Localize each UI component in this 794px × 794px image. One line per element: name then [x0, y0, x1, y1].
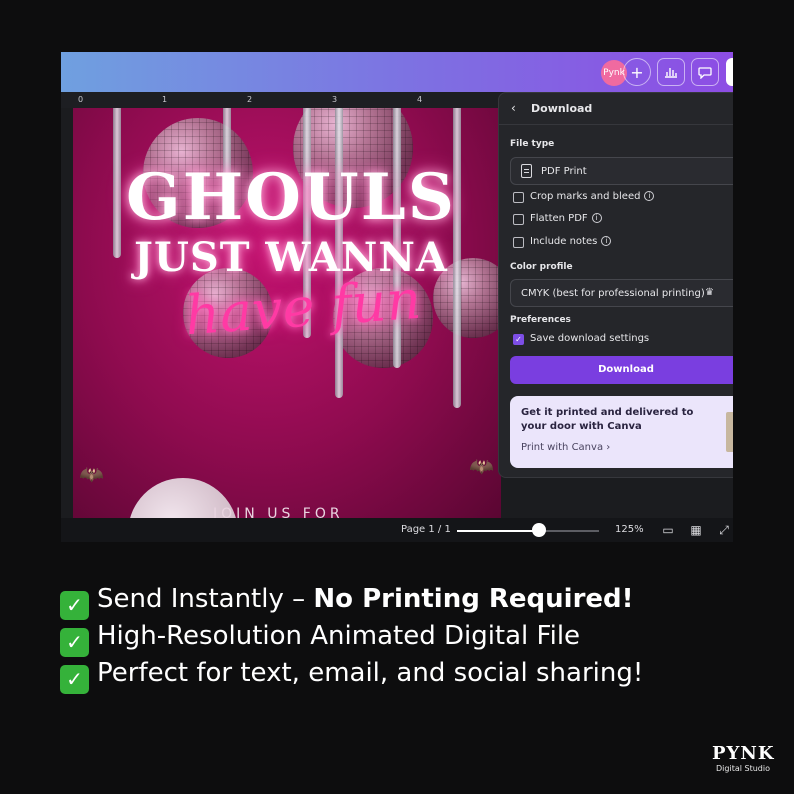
ruler-mark: 0 — [78, 95, 84, 104]
brand-logo: PYNK Digital Studio — [712, 744, 774, 774]
preferences-label: Preferences — [510, 315, 571, 325]
file-type-value: PDF Print — [541, 166, 587, 177]
plus-icon[interactable]: + — [623, 58, 651, 86]
promo-link-text: Print with Canva — [521, 442, 604, 453]
file-type-select[interactable]: PDF Print — [510, 157, 733, 185]
feature-text: Perfect for text, email, and social shar… — [97, 658, 644, 688]
feature-text: High-Resolution Animated Digital File — [97, 621, 581, 651]
design-canvas[interactable]: 🦇 🦇 GHOULS JUST WANNA have fun JOIN US F… — [73, 108, 501, 518]
feature-line: ✓ Perfect for text, email, and social sha… — [60, 658, 643, 694]
notes-icon[interactable]: ▭ — [661, 523, 675, 537]
print-promo-card: Get it printed and delivered to your doo… — [510, 396, 733, 468]
bar-chart-icon[interactable] — [657, 58, 685, 86]
comment-icon[interactable] — [691, 58, 719, 86]
checkbox[interactable] — [513, 214, 524, 225]
file-type-label: File type — [510, 139, 555, 149]
feature-line: ✓ High-Resolution Animated Digital File — [60, 621, 580, 657]
checkbox-checked[interactable]: ✓ — [513, 334, 524, 345]
join-us-text: JOIN US FOR — [213, 506, 344, 518]
feature-text: Send Instantly – — [97, 584, 314, 614]
option-label: Save download settings — [530, 333, 650, 344]
panel-header: ‹ Download — [499, 93, 733, 125]
brand-tagline: Digital Studio — [716, 764, 770, 773]
ruler: 0 1 2 3 4 — [61, 92, 501, 108]
zoom-level[interactable]: 125% — [615, 524, 644, 535]
grid-view-icon[interactable]: ▦ — [689, 523, 703, 537]
check-mark-icon: ✓ — [60, 591, 89, 620]
print-thumbnail — [726, 412, 733, 452]
file-icon — [521, 164, 532, 178]
brand-name: PYNK — [712, 743, 775, 764]
ruler-mark: 1 — [162, 95, 168, 104]
product-image: Pynk + 0 1 2 3 4 🦇 🦇 GHOULS JUST WANNA h… — [0, 0, 794, 794]
promo-title: Get it printed and delivered to your doo… — [521, 407, 694, 432]
editor-bottombar: Page 1 / 1 125% ▭ ▦ ⤢ — [61, 518, 733, 542]
bat-icon: 🦇 — [79, 462, 104, 486]
checkbox[interactable] — [513, 237, 524, 248]
zoom-slider-fill — [457, 530, 540, 532]
option-label: Flatten PDF — [530, 213, 588, 224]
ruler-mark: 3 — [332, 95, 338, 104]
chevron-right-icon: › — [606, 442, 611, 453]
zoom-slider-handle[interactable] — [532, 523, 547, 537]
option-label: Crop marks and bleed — [530, 191, 641, 202]
download-panel: ‹ Download File type PDF Print Crop mark… — [498, 92, 733, 478]
check-mark-icon: ✓ — [60, 628, 89, 657]
page-indicator[interactable]: Page 1 / 1 — [401, 524, 451, 535]
info-icon[interactable]: i — [601, 236, 612, 246]
panel-title: Download — [531, 102, 593, 115]
info-icon[interactable]: i — [644, 191, 655, 201]
color-profile-label: Color profile — [510, 262, 573, 272]
ruler-mark: 2 — [247, 95, 253, 104]
crown-icon: ♛ — [705, 287, 714, 298]
back-icon[interactable]: ‹ — [511, 101, 516, 115]
color-profile-value: CMYK (best for professional printing) — [521, 288, 705, 299]
info-icon[interactable]: i — [591, 213, 602, 223]
color-profile-select[interactable]: CMYK (best for professional printing) ♛ — [510, 279, 733, 307]
editor-topbar: Pynk + — [61, 52, 733, 92]
canva-editor-screenshot: Pynk + 0 1 2 3 4 🦇 🦇 GHOULS JUST WANNA h… — [61, 52, 733, 542]
feature-bold-text: No Printing Required! — [313, 584, 634, 614]
option-label: Include notes — [530, 236, 598, 247]
ruler-mark: 4 — [417, 95, 423, 104]
print-with-canva-link[interactable]: Print with Canva › — [521, 442, 610, 453]
check-mark-icon: ✓ — [60, 665, 89, 694]
headline-ghouls: GHOULS — [126, 160, 456, 235]
zoom-slider[interactable] — [457, 530, 599, 532]
fullscreen-icon[interactable]: ⤢ — [717, 523, 731, 537]
feature-line: ✓ Send Instantly – No Printing Required! — [60, 584, 634, 620]
share-button-edge[interactable] — [726, 58, 733, 86]
download-button[interactable]: Download — [510, 356, 733, 384]
bat-icon: 🦇 — [469, 454, 494, 478]
checkbox[interactable] — [513, 192, 524, 203]
